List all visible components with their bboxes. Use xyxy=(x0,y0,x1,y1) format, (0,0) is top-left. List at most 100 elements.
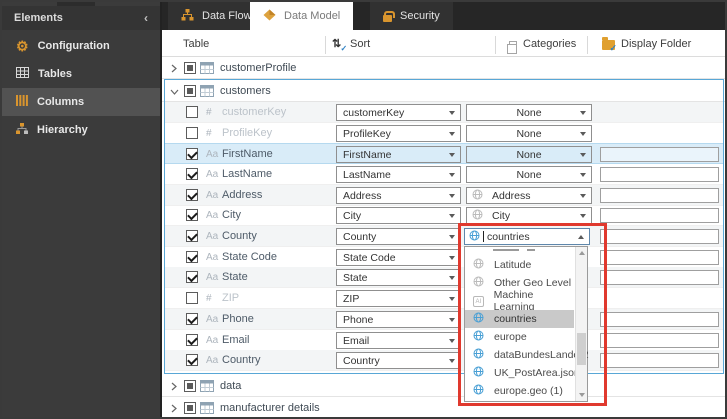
dropdown-item-latitude[interactable]: Latitude xyxy=(465,256,574,274)
column-checkbox[interactable] xyxy=(186,148,198,160)
category-dropdown[interactable]: None xyxy=(466,125,592,142)
column-row-profilekey[interactable]: # ProfileKey ProfileKey None xyxy=(164,123,724,144)
column-checkbox[interactable] xyxy=(186,354,198,366)
table-checkbox[interactable] xyxy=(184,85,196,97)
dropdown-arrow-icon xyxy=(449,214,455,218)
sort-dropdown[interactable]: FirstName xyxy=(336,146,461,163)
scrollbar-thumb[interactable] xyxy=(577,333,586,365)
sort-dropdown[interactable]: ZIP xyxy=(336,290,461,307)
column-header-table[interactable]: Table xyxy=(183,38,209,50)
dropdown-item-uk-postarea[interactable]: UK_PostArea.json xyxy=(465,364,580,382)
scroll-up-icon[interactable] xyxy=(579,251,585,255)
column-checkbox[interactable] xyxy=(186,127,198,139)
category-dropdown[interactable]: None xyxy=(466,146,592,163)
dropdown-item-europe[interactable]: europe xyxy=(465,328,574,346)
display-folder-input[interactable] xyxy=(600,333,719,348)
column-checkbox[interactable] xyxy=(186,334,198,346)
column-header-categories[interactable]: Categories xyxy=(523,38,576,50)
category-dropdown[interactable]: None xyxy=(466,166,592,183)
ai-icon: AI xyxy=(473,295,484,307)
scroll-down-icon[interactable] xyxy=(579,393,585,397)
table-checkbox[interactable] xyxy=(184,402,196,414)
tab-data-model[interactable]: Data Model xyxy=(250,2,354,30)
chevron-right-icon[interactable] xyxy=(170,64,178,76)
column-row-zip[interactable]: # ZIP ZIP xyxy=(164,288,724,309)
column-row-email[interactable]: Aa Email Email xyxy=(164,330,724,351)
table-checkbox[interactable] xyxy=(184,62,196,74)
column-row-phone[interactable]: Aa Phone Phone xyxy=(164,309,724,330)
sidebar-item-hierarchy[interactable]: Hierarchy xyxy=(2,116,160,144)
display-folder-input[interactable] xyxy=(600,208,719,223)
dropdown-scrollbar[interactable] xyxy=(575,247,587,401)
table-row-customers[interactable]: customers xyxy=(162,80,725,102)
column-header-display-folder[interactable]: Display Folder xyxy=(621,38,691,50)
category-value: Address xyxy=(492,189,531,202)
column-header-sort[interactable]: Sort xyxy=(350,38,370,50)
sidebar-header: Elements ‹ xyxy=(2,6,160,30)
tab-security[interactable]: Security xyxy=(370,2,453,30)
sort-dropdown[interactable]: Address xyxy=(336,187,461,204)
column-checkbox[interactable] xyxy=(186,168,198,180)
category-dropdown[interactable]: None xyxy=(466,104,592,121)
table-row-data[interactable]: data xyxy=(162,376,725,397)
column-checkbox[interactable] xyxy=(186,189,198,201)
column-row-lastname[interactable]: Aa LastName LastName None xyxy=(164,164,724,185)
dropdown-item-countries[interactable]: countries xyxy=(465,310,574,328)
table-row-customerprofile[interactable]: customerProfile xyxy=(162,58,725,79)
column-row-customerkey[interactable]: # customerKey customerKey None xyxy=(164,102,724,123)
column-checkbox[interactable] xyxy=(186,106,198,118)
display-folder-input[interactable] xyxy=(600,312,719,327)
sort-dropdown[interactable]: City xyxy=(336,207,461,224)
display-folder-input[interactable] xyxy=(600,270,719,285)
sort-dropdown[interactable]: State Code xyxy=(336,249,461,266)
sidebar-item-tables[interactable]: Tables xyxy=(2,60,160,88)
column-checkbox[interactable] xyxy=(186,313,198,325)
column-row-state[interactable]: Aa State State xyxy=(164,267,724,288)
globe-icon xyxy=(473,330,484,344)
globe-icon xyxy=(473,312,484,326)
column-checkbox[interactable] xyxy=(186,230,198,242)
chevron-right-icon[interactable] xyxy=(170,404,178,416)
column-row-firstname[interactable]: Aa FirstName FirstName None xyxy=(164,143,724,164)
column-row-state-code[interactable]: Aa State Code State Code xyxy=(164,247,724,268)
text-type-icon: Aa xyxy=(206,149,219,160)
display-folder-input[interactable] xyxy=(600,188,719,203)
category-dropdown[interactable]: City xyxy=(466,207,592,224)
sort-dropdown[interactable]: Email xyxy=(336,332,461,349)
display-folder-input[interactable] xyxy=(600,167,719,182)
column-row-county[interactable]: Aa County County xyxy=(164,226,724,247)
dropdown-item-machine-learning[interactable]: AI Machine Learning xyxy=(465,289,574,313)
sort-dropdown[interactable]: LastName xyxy=(336,166,461,183)
collapse-sidebar-icon[interactable]: ‹ xyxy=(144,6,148,30)
sort-dropdown[interactable]: customerKey xyxy=(336,104,461,121)
sort-dropdown[interactable]: Phone xyxy=(336,311,461,328)
sidebar-item-configuration[interactable]: ⚙ Configuration xyxy=(2,32,160,60)
sort-dropdown[interactable]: County xyxy=(336,228,461,245)
display-folder-input[interactable] xyxy=(600,353,719,368)
column-checkbox[interactable] xyxy=(186,292,198,304)
column-row-city[interactable]: Aa City City City xyxy=(164,205,724,226)
column-checkbox[interactable] xyxy=(186,209,198,221)
sort-dropdown[interactable]: ProfileKey xyxy=(336,125,461,142)
column-name: ProfileKey xyxy=(222,127,273,139)
dropdown-item-databundeslander2[interactable]: dataBundesLander2 xyxy=(465,346,589,364)
chevron-right-icon[interactable] xyxy=(170,382,178,394)
chevron-down-icon[interactable] xyxy=(170,87,179,99)
sidebar-item-columns[interactable]: Columns xyxy=(2,88,160,116)
dropdown-item-partial[interactable] xyxy=(465,247,574,256)
dropdown-collapse-arrow-icon[interactable] xyxy=(578,235,584,239)
column-row-country[interactable]: Aa Country Country xyxy=(164,350,724,371)
table-row-manufacturer-details[interactable]: manufacturer details xyxy=(162,398,725,417)
category-combobox-open[interactable]: countries xyxy=(464,228,590,245)
display-folder-input[interactable] xyxy=(600,229,719,244)
column-checkbox[interactable] xyxy=(186,271,198,283)
display-folder-input[interactable] xyxy=(600,147,719,162)
column-checkbox[interactable] xyxy=(186,251,198,263)
category-dropdown[interactable]: Address xyxy=(466,187,592,204)
sort-dropdown[interactable]: Country xyxy=(336,352,461,369)
column-row-address[interactable]: Aa Address Address Address xyxy=(164,185,724,206)
table-checkbox[interactable] xyxy=(184,380,196,392)
display-folder-input[interactable] xyxy=(600,250,719,265)
dropdown-item-europe-geo-1[interactable]: europe.geo (1) xyxy=(465,382,574,400)
sort-dropdown[interactable]: State xyxy=(336,269,461,286)
